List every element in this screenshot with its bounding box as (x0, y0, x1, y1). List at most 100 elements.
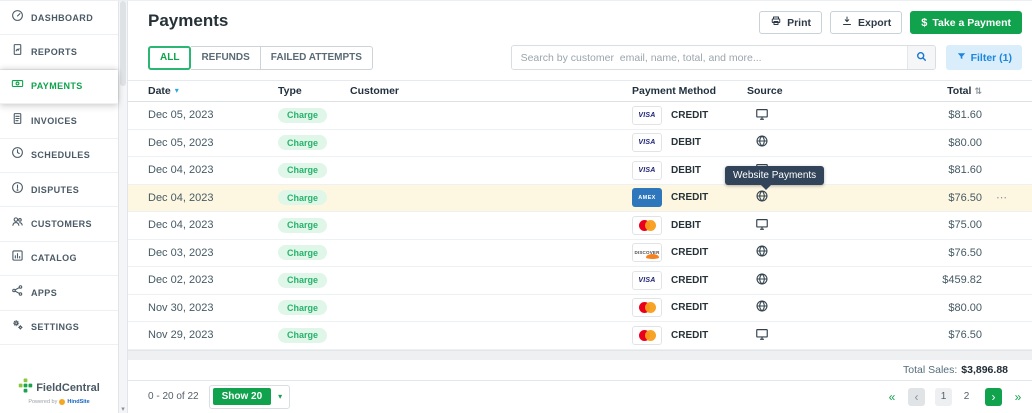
scrollbar-thumb[interactable] (120, 1, 126, 86)
payment-method-label: DEBIT (671, 219, 701, 231)
page-title: Payments (148, 11, 229, 30)
payment-method-label: DEBIT (671, 137, 701, 149)
cell-type: Charge (278, 272, 350, 288)
payment-method-label: DEBIT (671, 164, 701, 176)
globe-icon (755, 244, 769, 261)
table-footer-gap (128, 349, 1032, 360)
cell-date: Dec 04, 2023 (148, 219, 214, 232)
sidebar-scrollbar[interactable]: ▾ (118, 1, 128, 413)
sidebar-item-schedules[interactable]: SCHEDULES (0, 138, 118, 173)
sidebar-item-customers[interactable]: CUSTOMERS (0, 207, 118, 242)
invoice-icon (11, 112, 24, 130)
sidebar-item-dashboard[interactable]: DASHBOARD (0, 1, 118, 36)
logo-text: FieldCentral (36, 382, 100, 394)
chevron-down-icon: ▾ (278, 392, 283, 402)
desktop-icon (755, 217, 769, 234)
filter-toolbar: ALLREFUNDSFAILED ATTEMPTS Filter (1) (128, 35, 1032, 80)
pagination-page-1[interactable]: 1 (935, 387, 952, 406)
sort-both-icon: ⇅ (974, 86, 982, 96)
column-header-type: Type (278, 85, 302, 97)
sidebar-item-disputes[interactable]: DISPUTES (0, 172, 118, 208)
cell-date: Dec 03, 2023 (148, 246, 214, 259)
amex-card-icon: AMEX (632, 188, 662, 208)
funnel-icon (956, 51, 967, 65)
cell-source (747, 299, 862, 316)
cell-source (747, 217, 862, 234)
cell-payment-method: AMEX CREDIT (632, 188, 747, 208)
visa-card-icon: VISA (632, 160, 662, 180)
search-icon (915, 50, 928, 66)
take-payment-button[interactable]: $ Take a Payment (910, 11, 1022, 34)
pagination-next-button[interactable]: › (985, 387, 1002, 406)
table-row[interactable]: Dec 05, 2023 Charge VISA DEBIT $80.00 (128, 129, 1032, 157)
payment-method-label: CREDIT (671, 274, 709, 286)
pagination-bar: 0 - 20 of 22 Show 20 ▾ « ‹ 12 › » (128, 381, 1032, 413)
tab-refunds[interactable]: REFUNDS (191, 45, 261, 70)
column-header-payment-method: Payment Method (632, 85, 717, 97)
filter-button[interactable]: Filter (1) (945, 45, 1022, 70)
cell-date: Dec 05, 2023 (148, 136, 214, 149)
catalog-icon (11, 249, 24, 267)
sidebar-item-reports[interactable]: REPORTS (0, 35, 118, 70)
table-row[interactable]: Dec 05, 2023 Charge VISA CREDIT $81.60 (128, 102, 1032, 130)
cell-date: Dec 04, 2023 (148, 191, 214, 204)
print-button[interactable]: Print (759, 11, 822, 34)
search-bar (510, 45, 936, 70)
sidebar-item-catalog[interactable]: CATALOG (0, 241, 118, 277)
cell-type: Charge (278, 162, 350, 178)
column-header-date[interactable]: Date ▾ (148, 85, 278, 97)
total-sales: Total Sales: $3,896.88 (128, 360, 1032, 381)
export-button[interactable]: Export (830, 11, 903, 34)
pagination-page-2[interactable]: 2 (958, 388, 975, 406)
cell-payment-method: VISA CREDIT (632, 105, 747, 125)
sidebar-item-settings[interactable]: SETTINGS (0, 310, 118, 345)
pagination-last-button[interactable]: » (1012, 388, 1024, 406)
payment-tabs: ALL REFUNDS FAILED ATTEMPTS (148, 45, 373, 70)
sidebar-item-invoices[interactable]: INVOICES (0, 104, 118, 139)
cell-type: Charge (278, 245, 350, 261)
apps-icon (11, 284, 24, 302)
sidebar-item-apps[interactable]: APPS (0, 276, 118, 311)
row-menu-icon[interactable]: ⋯ (996, 192, 1008, 204)
table-row[interactable]: Dec 04, 2023 Charge DEBIT $75.00 (128, 212, 1032, 240)
dollar-icon: $ (921, 16, 928, 29)
column-header-source: Source (747, 85, 783, 97)
payments-table-body: Dec 05, 2023 Charge VISA CREDIT $81.60 Dec 05… (128, 102, 1032, 350)
cell-total: $76.50 (948, 246, 982, 259)
cell-type: Charge (278, 217, 350, 233)
table-row[interactable]: Dec 02, 2023 Charge VISA CREDIT $459.82 (128, 267, 1032, 295)
cell-total: $75.00 (948, 219, 982, 232)
cell-date: Nov 30, 2023 (148, 301, 214, 314)
cell-date: Dec 02, 2023 (148, 274, 214, 287)
table-row[interactable]: Nov 30, 2023 Charge CREDIT $80.00 (128, 294, 1032, 322)
pagination-prev-button[interactable]: ‹ (908, 387, 925, 406)
sidebar-item-label: SCHEDULES (31, 150, 91, 161)
search-button[interactable] (906, 46, 935, 69)
pagination-first-button[interactable]: « (886, 388, 898, 406)
mastercard-card-icon (632, 298, 662, 318)
table-row[interactable]: Dec 04, 2023 Charge AMEX CREDIT Website Paym… (128, 166, 1032, 212)
tab-failed-attempts[interactable]: FAILED ATTEMPTS (260, 45, 373, 70)
globe-icon (755, 272, 769, 289)
table-row[interactable]: Dec 04, 2023 Charge VISA DEBIT $81.60 (128, 157, 1032, 185)
page-size-select[interactable]: Show 20 ▾ (208, 384, 291, 409)
sidebar-item-label: PAYMENTS (31, 81, 83, 92)
cell-payment-method: DISCOVER CREDIT (632, 243, 747, 263)
discover-card-icon: DISCOVER (632, 243, 662, 263)
sidebar-item-payments[interactable]: PAYMENTS (0, 69, 118, 105)
cell-total: $459.82 (942, 274, 982, 287)
row-menu[interactable]: ⋯ (982, 191, 1008, 204)
table-row[interactable]: Dec 03, 2023 Charge DISCOVER CREDIT $76.50 (128, 239, 1032, 267)
column-header-total[interactable]: Total ⇅ (862, 85, 982, 97)
search-input[interactable] (511, 46, 907, 69)
visa-card-icon: VISA (632, 105, 662, 125)
cell-type: Charge (278, 327, 350, 343)
sidebar-item-label: CUSTOMERS (31, 219, 92, 230)
charge-badge: Charge (278, 327, 328, 343)
fieldcentral-logo: FieldCentral Powered by HindSite (0, 378, 118, 405)
table-row[interactable]: Nov 29, 2023 Charge CREDIT $76.50 (128, 322, 1032, 350)
cell-total: $81.60 (948, 109, 982, 122)
scrollbar-down-arrow-icon[interactable]: ▾ (119, 405, 127, 413)
tab-all[interactable]: ALL (148, 45, 192, 70)
cell-date: Nov 29, 2023 (148, 329, 214, 342)
